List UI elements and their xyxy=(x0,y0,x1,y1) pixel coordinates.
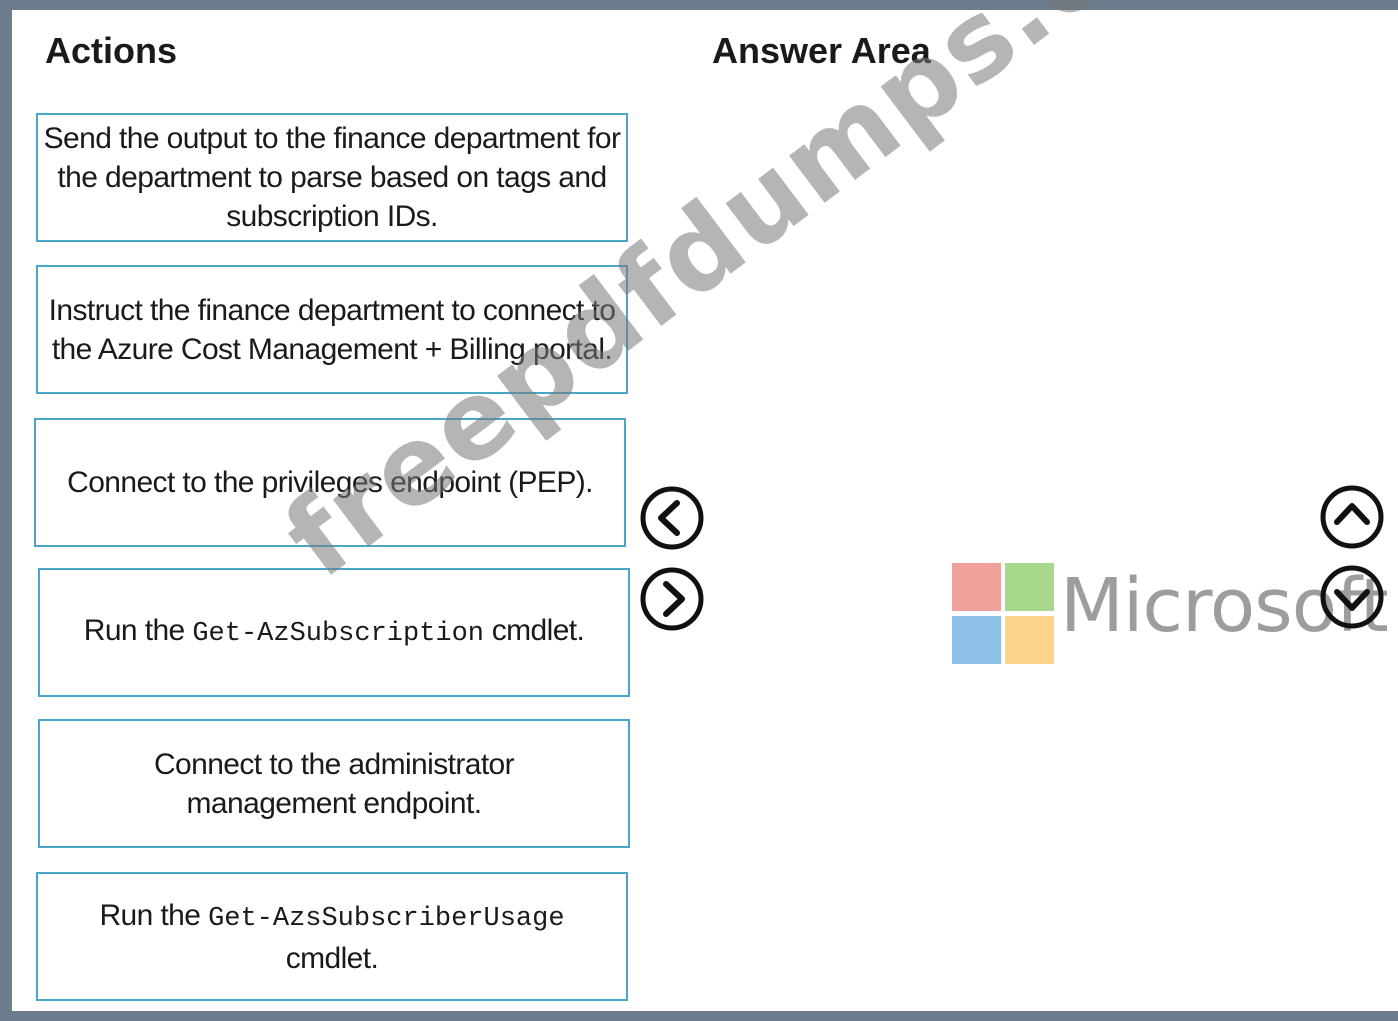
move-up-button[interactable] xyxy=(1319,484,1385,550)
action-item-prefix: Run the xyxy=(83,614,193,647)
cmdlet-code: Get-AzSubscription xyxy=(192,619,485,649)
logo-square-red xyxy=(952,563,1001,611)
chevron-right-circle-icon xyxy=(640,567,704,631)
answer-area-heading: Answer Area xyxy=(712,30,931,71)
action-item-connect-admin-endpoint[interactable]: Connect to the administrator management … xyxy=(38,719,630,848)
chevron-up-circle-icon xyxy=(1320,485,1384,549)
action-item-suffix: cmdlet. xyxy=(484,614,585,647)
action-item-run-get-azssubscriberusage[interactable]: Run the Get-AzsSubscriberUsage cmdlet. xyxy=(36,872,628,1001)
action-item-run-get-azsubscription[interactable]: Run the Get-AzSubscription cmdlet. xyxy=(38,568,630,697)
action-item-text: Connect to the administrator management … xyxy=(153,747,515,820)
action-item-instruct-finance[interactable]: Instruct the finance department to conne… xyxy=(36,265,628,394)
logo-square-yellow xyxy=(1005,616,1054,664)
action-item-suffix: cmdlet. xyxy=(285,941,379,975)
action-item-send-output[interactable]: Send the output to the finance departmen… xyxy=(36,113,628,242)
actions-heading: Actions xyxy=(45,30,178,71)
action-item-text: Instruct the finance department to conne… xyxy=(48,293,616,366)
logo-square-green xyxy=(1005,563,1054,611)
action-item-text: Run the Get-AzsSubscriberUsage cmdlet. xyxy=(99,896,564,978)
move-down-button[interactable] xyxy=(1319,564,1385,630)
action-item-text: Send the output to the finance departmen… xyxy=(43,122,621,233)
chevron-left-circle-icon xyxy=(640,486,704,550)
move-right-button[interactable] xyxy=(639,566,705,632)
cmdlet-code: Get-AzsSubscriberUsage xyxy=(208,903,565,934)
action-item-text: Connect to the privileges endpoint (PEP)… xyxy=(67,466,593,499)
action-item-text: Run the Get-AzSubscription cmdlet. xyxy=(84,611,585,654)
microsoft-logo-squares xyxy=(952,563,1054,664)
action-item-prefix: Run the xyxy=(99,898,209,932)
logo-square-blue xyxy=(952,616,1001,664)
move-left-button[interactable] xyxy=(639,485,705,551)
action-item-connect-pep[interactable]: Connect to the privileges endpoint (PEP)… xyxy=(34,418,626,547)
chevron-down-circle-icon xyxy=(1320,565,1384,629)
